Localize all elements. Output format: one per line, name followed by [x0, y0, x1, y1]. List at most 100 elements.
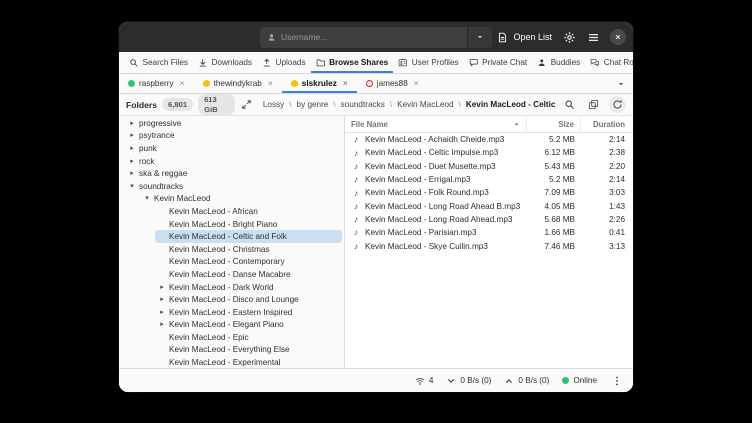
tree-item[interactable]: ▸progressive: [125, 117, 342, 130]
tab-user-profiles[interactable]: User Profiles: [393, 52, 463, 73]
tab-downloads[interactable]: Downloads: [193, 52, 257, 73]
close-tab-icon[interactable]: ×: [414, 79, 419, 88]
tab-search-files[interactable]: Search Files: [124, 52, 193, 73]
tree-item[interactable]: Kevin MacLeod - Epic: [155, 331, 342, 344]
tab-private-chat[interactable]: Private Chat: [464, 52, 533, 73]
column-header-file-name[interactable]: File Name: [345, 116, 527, 132]
breadcrumb-item[interactable]: by genre: [297, 100, 329, 109]
online-status[interactable]: Online: [562, 376, 597, 385]
tab-uploads[interactable]: Uploads: [257, 52, 311, 73]
tree-item[interactable]: Kevin MacLeod - Celtic and Folk: [155, 230, 342, 243]
user-tab-thewindykrab[interactable]: thewindykrab×: [194, 74, 282, 93]
file-row[interactable]: ♪Kevin MacLeod - Celtic Impulse.mp36.12 …: [345, 146, 633, 159]
expander-open-icon[interactable]: ▾: [125, 183, 139, 190]
username-entry-group: [260, 27, 492, 48]
tree-item-label: psytrance: [139, 131, 175, 140]
tree-item[interactable]: ▾soundtracks: [125, 180, 342, 193]
expander-closed-icon[interactable]: ▸: [125, 145, 139, 152]
kebab-icon: [611, 375, 623, 387]
tree-item[interactable]: Kevin MacLeod - Experimental: [155, 356, 342, 368]
tree-item-label: soundtracks: [139, 182, 183, 191]
breadcrumb-current-folder[interactable]: Kevin MacLeod - Celtic and Folk▾: [466, 100, 556, 109]
tree-item[interactable]: ▸punk: [125, 142, 342, 155]
tree-item[interactable]: ▸Kevin MacLeod - Disco and Lounge: [155, 293, 342, 306]
tab-list-button[interactable]: [609, 74, 633, 93]
tree-item[interactable]: ▸Kevin MacLeod - Dark World: [155, 281, 342, 294]
folder-icon: [316, 58, 326, 68]
tree-item[interactable]: Kevin MacLeod - Bright Piano: [155, 218, 342, 231]
tab-browse-shares[interactable]: Browse Shares: [311, 52, 394, 73]
search-folder-button[interactable]: [561, 97, 577, 113]
network-icon: [415, 376, 425, 386]
expander-closed-icon[interactable]: ▸: [125, 170, 139, 177]
user-tab-slskrulez[interactable]: slskrulez×: [282, 74, 357, 93]
expand-icon: [241, 99, 252, 110]
tree-item[interactable]: ▸Kevin MacLeod - Elegant Piano: [155, 319, 342, 332]
tree-item[interactable]: ▸ska & reggae: [125, 167, 342, 180]
refresh-button[interactable]: [609, 96, 626, 113]
chevron-down-icon: [446, 376, 456, 386]
status-bar: 4 0 B/s (0) 0 B/s (0) Online: [119, 368, 633, 392]
music-note-icon: ♪: [350, 162, 362, 171]
expand-all-button[interactable]: [240, 97, 254, 113]
expander-closed-icon[interactable]: ▸: [155, 284, 169, 291]
chevron-up-icon: [504, 376, 514, 386]
file-row[interactable]: ♪Kevin MacLeod - Duet Musette.mp35.43 MB…: [345, 160, 633, 173]
user-tab-raspberry[interactable]: raspberry×: [119, 74, 194, 93]
user-tab-james88[interactable]: james88×: [357, 74, 428, 93]
expander-closed-icon[interactable]: ▸: [155, 296, 169, 303]
tree-item[interactable]: Kevin MacLeod - Everything Else: [155, 344, 342, 357]
column-header-size[interactable]: Size: [527, 116, 581, 132]
music-note-icon: ♪: [350, 189, 362, 198]
close-tab-icon[interactable]: ×: [343, 79, 348, 88]
file-row[interactable]: ♪Kevin MacLeod - Errigal.mp35.2 MB2:14: [345, 173, 633, 186]
breadcrumb-item[interactable]: Lossy: [263, 100, 284, 109]
tree-item[interactable]: ▸rock: [125, 155, 342, 168]
file-row[interactable]: ♪Kevin MacLeod - Skye Cuilin.mp37.46 MB3…: [345, 239, 633, 252]
save-list-button[interactable]: [585, 97, 601, 113]
file-row[interactable]: ♪Kevin MacLeod - Achaidh Cheide.mp35.2 M…: [345, 133, 633, 146]
open-list-button[interactable]: Open List: [497, 32, 552, 43]
username-dropdown-button[interactable]: [467, 27, 492, 48]
file-row[interactable]: ♪Kevin MacLeod - Long Road Ahead.mp35.68…: [345, 213, 633, 226]
tree-item[interactable]: Kevin MacLeod - Contemporary: [155, 256, 342, 269]
person-icon: [267, 33, 276, 42]
close-button[interactable]: [610, 29, 626, 45]
tree-item[interactable]: ▸psytrance: [125, 130, 342, 143]
file-row[interactable]: ♪Kevin MacLeod - Parisian.mp31.66 MB0:41: [345, 226, 633, 239]
username-input[interactable]: [281, 32, 460, 42]
file-row[interactable]: ♪Kevin MacLeod - Folk Round.mp37.09 MB3:…: [345, 186, 633, 199]
expander-closed-icon[interactable]: ▸: [155, 309, 169, 316]
search-icon: [129, 58, 139, 68]
expander-closed-icon[interactable]: ▸: [125, 120, 139, 127]
username-entry[interactable]: [260, 27, 467, 48]
close-tab-icon[interactable]: ×: [180, 79, 185, 88]
connections-indicator[interactable]: 4: [415, 376, 434, 386]
file-duration: 2:20: [581, 162, 633, 171]
preferences-button[interactable]: [562, 30, 576, 44]
expander-open-icon[interactable]: ▾: [140, 195, 154, 202]
file-size: 1.66 MB: [527, 228, 581, 237]
upload-rate-indicator[interactable]: 0 B/s (0): [504, 376, 549, 386]
tab-buddies[interactable]: Buddies: [532, 52, 585, 73]
upload-rate: 0 B/s (0): [518, 376, 549, 385]
tree-item[interactable]: ▾Kevin MacLeod: [140, 193, 342, 206]
breadcrumb-item[interactable]: soundtracks: [341, 100, 385, 109]
tree-item[interactable]: Kevin MacLeod - African: [155, 205, 342, 218]
tree-item[interactable]: Kevin MacLeod - Danse Macabre: [155, 268, 342, 281]
file-row[interactable]: ♪Kevin MacLeod - Long Road Ahead B.mp34.…: [345, 199, 633, 212]
close-tab-icon[interactable]: ×: [268, 79, 273, 88]
file-duration: 1:43: [581, 202, 633, 211]
download-rate-indicator[interactable]: 0 B/s (0): [446, 376, 491, 386]
expander-closed-icon[interactable]: ▸: [155, 321, 169, 328]
kebab-menu-button[interactable]: [610, 374, 624, 388]
tree-item[interactable]: ▸Kevin MacLeod - Eastern Inspired: [155, 306, 342, 319]
tree-item[interactable]: Kevin MacLeod - Christmas: [155, 243, 342, 256]
menu-button[interactable]: [586, 30, 600, 44]
tab-chat-rooms[interactable]: Chat Rooms: [585, 52, 633, 73]
breadcrumb-item[interactable]: Kevin MacLeod: [397, 100, 453, 109]
expander-closed-icon[interactable]: ▸: [125, 132, 139, 139]
column-header-duration[interactable]: Duration: [581, 116, 633, 132]
breadcrumb: Lossy\by genre\soundtracks\Kevin MacLeod…: [263, 100, 556, 109]
expander-closed-icon[interactable]: ▸: [125, 158, 139, 165]
